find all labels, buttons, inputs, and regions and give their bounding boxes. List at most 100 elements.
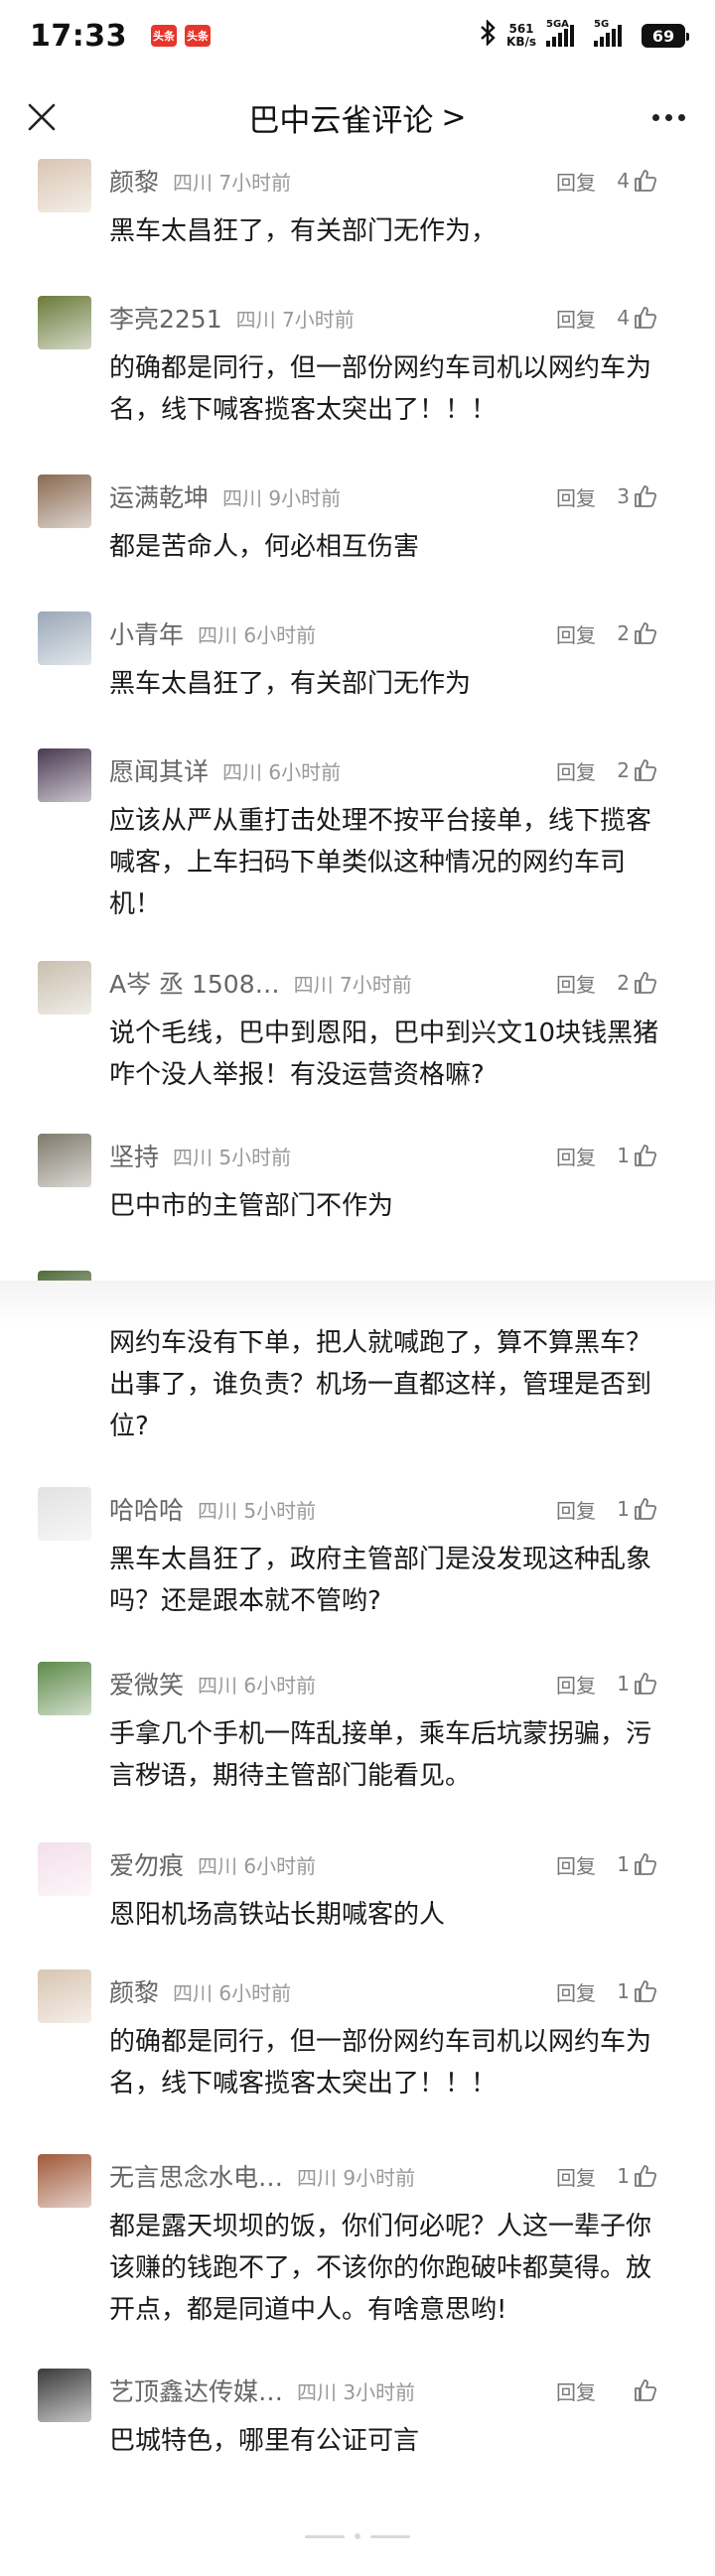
like-button[interactable]: 2 bbox=[617, 758, 657, 782]
reply-button[interactable]: 回复 bbox=[556, 1495, 596, 1524]
status-time: 17:33 bbox=[30, 18, 127, 54]
reply-button[interactable]: 回复 bbox=[556, 2162, 596, 2191]
reply-button[interactable]: 回复 bbox=[556, 756, 596, 785]
comment-meta: 坚持 四川 5小时前 回复 1 bbox=[109, 1136, 695, 1175]
like-count: 1 bbox=[617, 1497, 630, 1521]
username[interactable]: 颜黎 bbox=[109, 163, 159, 199]
avatar[interactable] bbox=[38, 961, 91, 1015]
avatar[interactable] bbox=[38, 159, 91, 212]
like-button[interactable]: 1 bbox=[617, 1144, 657, 1167]
battery-icon: 69 bbox=[642, 24, 689, 48]
location-time: 四川 7小时前 bbox=[235, 307, 355, 332]
username[interactable]: 颜黎 bbox=[109, 1973, 159, 2009]
like-button[interactable]: 1 bbox=[617, 2164, 657, 2188]
like-count: 1 bbox=[617, 1672, 630, 1695]
thumbs-up-icon bbox=[634, 758, 657, 782]
username[interactable]: 艺顶鑫达传媒… bbox=[109, 2373, 283, 2408]
location-time: 四川 6小时前 bbox=[198, 1673, 317, 1697]
comment-text: 都是苦命人，何必相互伤害 bbox=[109, 532, 420, 562]
comment-meta: 颜黎 四川 6小时前 回复 1 bbox=[109, 1971, 695, 2011]
username[interactable]: 小青年 bbox=[109, 615, 184, 651]
like-button[interactable]: 2 bbox=[617, 621, 657, 645]
page-indicator bbox=[298, 2531, 417, 2541]
comment-text: 的确都是同行，但一部份网约车司机以网约车为名，线下喊客揽客太突出了！！！ bbox=[109, 353, 652, 425]
avatar[interactable] bbox=[38, 2369, 91, 2422]
comment-text: 恩阳机场高铁站长期喊客的人 bbox=[109, 1900, 446, 1930]
like-count: 1 bbox=[617, 2164, 630, 2188]
username[interactable]: 哈哈哈 bbox=[109, 1491, 184, 1527]
thumbs-up-icon bbox=[634, 2164, 657, 2188]
network-speed: 561 KB/s bbox=[506, 22, 536, 49]
reply-button[interactable]: 回复 bbox=[556, 1142, 596, 1170]
reply-button[interactable]: 回复 bbox=[556, 969, 596, 998]
reply-button[interactable]: 回复 bbox=[556, 1977, 596, 2006]
avatar[interactable] bbox=[38, 475, 91, 528]
status-bar: 17:33 头条 头条 561 KB/s 5GA 5G 69 bbox=[0, 0, 715, 71]
comment-meta: 哈哈哈 四川 5小时前 回复 1 bbox=[109, 1489, 695, 1529]
username[interactable]: 爱勿痕 bbox=[109, 1846, 184, 1882]
like-count: 2 bbox=[617, 758, 630, 782]
comment-text: 手拿几个手机一阵乱接单，乘车后坑蒙拐骗，污言秽语，期待主管部门能看见。 bbox=[109, 1719, 652, 1791]
signal-5ga-icon: 5GA bbox=[546, 19, 584, 47]
like-button[interactable]: 1 bbox=[617, 1979, 657, 2003]
thumbs-up-icon bbox=[634, 306, 657, 330]
close-icon bbox=[28, 103, 56, 131]
avatar[interactable] bbox=[38, 1969, 91, 2023]
more-options-button[interactable] bbox=[644, 93, 693, 141]
like-count: 2 bbox=[617, 971, 630, 995]
like-button[interactable] bbox=[630, 2378, 657, 2402]
like-button[interactable]: 4 bbox=[617, 306, 657, 330]
username[interactable]: 愿闻其详 bbox=[109, 752, 209, 788]
like-count: 4 bbox=[617, 169, 630, 193]
thumbs-up-icon bbox=[634, 971, 657, 995]
username[interactable]: 坚持 bbox=[109, 1138, 159, 1173]
comment-meta: 李亮2251 四川 7小时前 回复 4 bbox=[109, 298, 695, 338]
like-button[interactable]: 1 bbox=[617, 1852, 657, 1876]
avatar[interactable] bbox=[38, 611, 91, 665]
avatar[interactable] bbox=[38, 2154, 91, 2208]
reply-button[interactable]: 回复 bbox=[556, 2376, 596, 2405]
avatar[interactable] bbox=[38, 296, 91, 349]
comment-text: 都是露天坝坝的饭，你们何必呢？人这一辈子你该赚的钱跑不了，不该你的你跑破咔都莫得… bbox=[109, 2212, 652, 2325]
comment-meta: 无言思念水电… 四川 9小时前 回复 1 bbox=[109, 2156, 695, 2196]
avatar[interactable] bbox=[38, 1487, 91, 1541]
like-button[interactable]: 1 bbox=[617, 1497, 657, 1521]
comment-meta: 艺顶鑫达传媒… 四川 3小时前 回复 bbox=[109, 2371, 695, 2410]
comment-text: 巴城特色，哪里有公证可言 bbox=[109, 2426, 420, 2456]
avatar[interactable] bbox=[38, 1842, 91, 1896]
location-time: 四川 9小时前 bbox=[297, 2165, 416, 2190]
username[interactable]: 运满乾坤 bbox=[109, 478, 209, 514]
comment-meta: 爱微笑 四川 6小时前 回复 1 bbox=[109, 1664, 695, 1703]
avatar[interactable] bbox=[38, 748, 91, 802]
reply-button[interactable]: 回复 bbox=[556, 1850, 596, 1879]
avatar[interactable] bbox=[38, 1134, 91, 1187]
reply-button[interactable]: 回复 bbox=[556, 304, 596, 333]
location-time: 四川 5小时前 bbox=[198, 1498, 317, 1523]
page-title[interactable]: 巴中云雀评论 > bbox=[248, 95, 466, 140]
like-button[interactable]: 4 bbox=[617, 169, 657, 193]
close-button[interactable] bbox=[18, 93, 66, 141]
avatar[interactable] bbox=[38, 1662, 91, 1715]
reply-button[interactable]: 回复 bbox=[556, 619, 596, 648]
username[interactable]: 爱微笑 bbox=[109, 1666, 184, 1701]
location-time: 四川 7小时前 bbox=[173, 170, 292, 195]
reply-button[interactable]: 回复 bbox=[556, 482, 596, 511]
reply-button[interactable]: 回复 bbox=[556, 167, 596, 196]
comment-text: 说个毛线，巴中到恩阳，巴中到兴文10块钱黑猪咋个没人举报！有没运营资格嘛? bbox=[109, 1018, 659, 1090]
location-time: 四川 6小时前 bbox=[198, 1853, 317, 1878]
username[interactable]: A岑 丞 1508… bbox=[109, 965, 280, 1001]
like-button[interactable]: 1 bbox=[617, 1672, 657, 1695]
thumbs-up-icon bbox=[634, 484, 657, 508]
thumbs-up-icon bbox=[634, 621, 657, 645]
location-time: 四川 9小时前 bbox=[222, 485, 342, 510]
username[interactable]: 李亮2251 bbox=[109, 300, 222, 336]
like-button[interactable]: 2 bbox=[617, 971, 657, 995]
username[interactable]: 无言思念水电… bbox=[109, 2158, 283, 2194]
location-time: 四川 5小时前 bbox=[173, 1145, 292, 1169]
toutiao-app-icon: 头条 bbox=[185, 25, 211, 47]
like-button[interactable]: 3 bbox=[617, 484, 657, 508]
toutiao-app-icon: 头条 bbox=[151, 25, 177, 47]
reply-button[interactable]: 回复 bbox=[556, 1670, 596, 1698]
comment-text: 黑车太昌狂了，政府主管部门是没发现这种乱象吗？还是跟本就不管哟? bbox=[109, 1545, 652, 1616]
thumbs-up-icon bbox=[634, 1672, 657, 1695]
